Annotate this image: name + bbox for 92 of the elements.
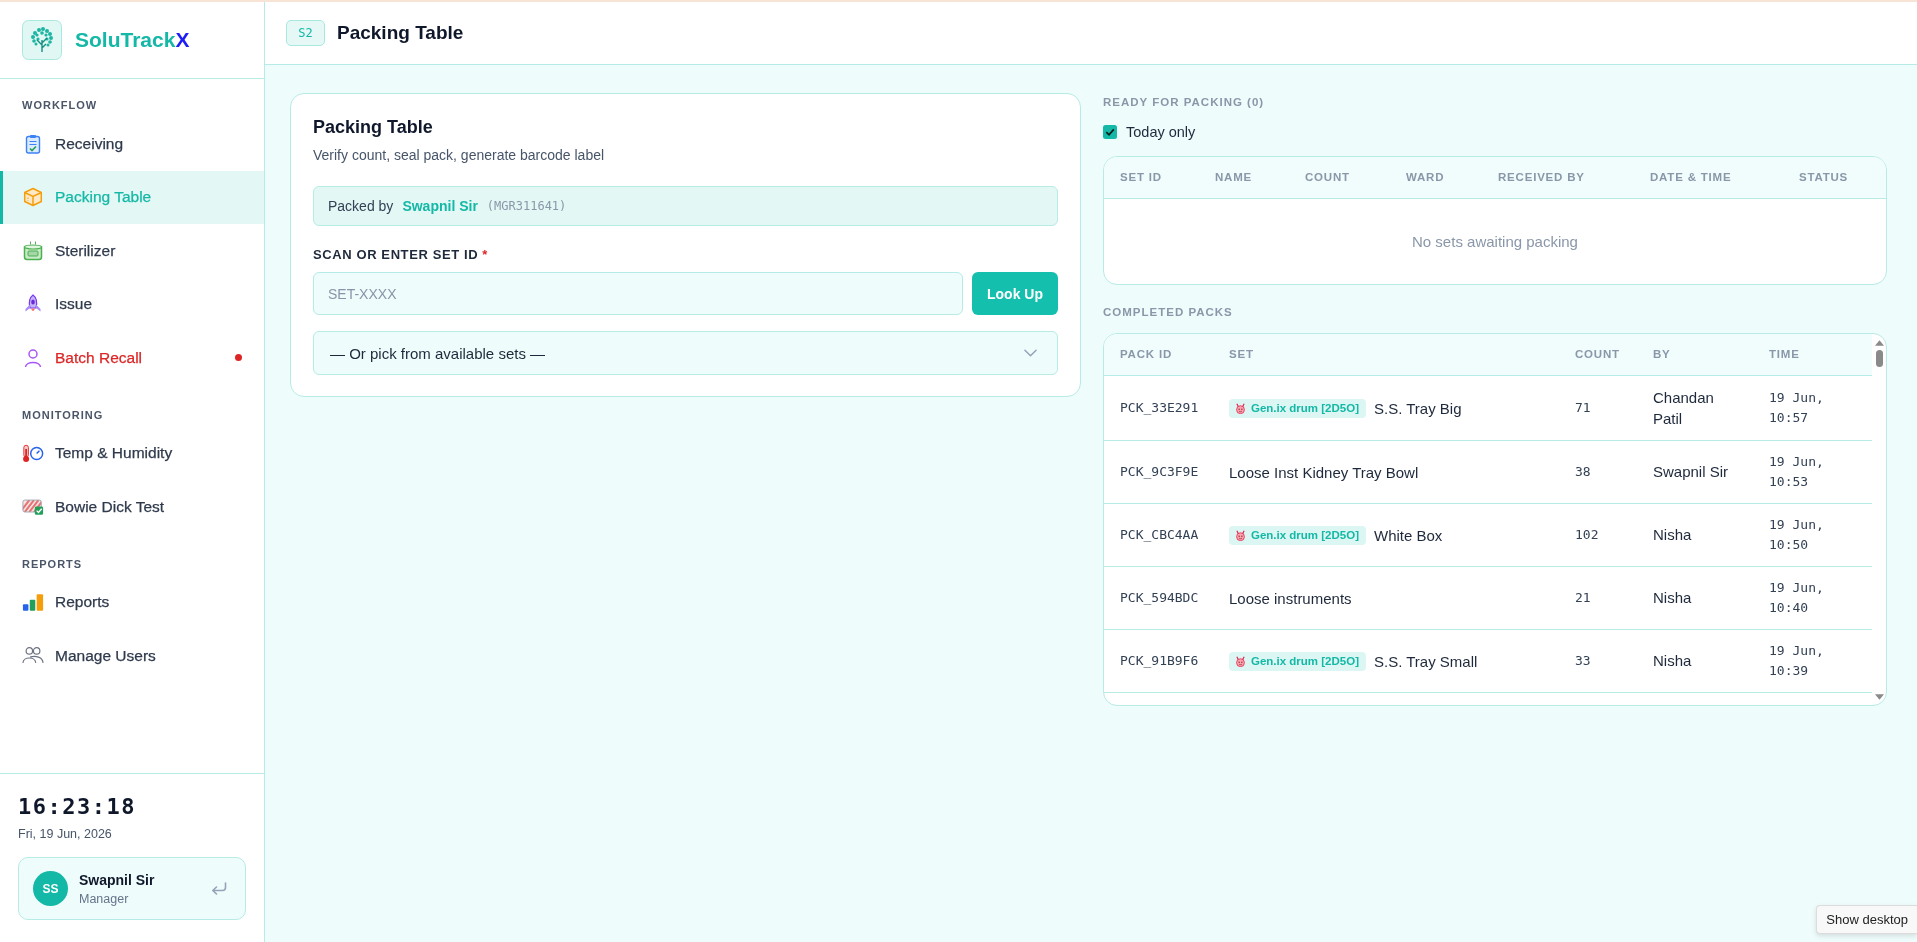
time-cell: 19 Jun, 10:53 [1753, 440, 1872, 503]
column-header: TIME [1753, 334, 1872, 375]
packed-by-label: Packed by [328, 198, 394, 214]
field-label: SCAN OR ENTER SET ID * [313, 247, 489, 263]
tree-logo-icon [22, 20, 62, 60]
column-header: WARD [1390, 157, 1482, 198]
horned-emoji-icon [1235, 529, 1246, 541]
scroll-thumb[interactable] [1875, 350, 1883, 367]
nav-item[interactable]: Reports [0, 575, 264, 629]
column-header: COUNT [1289, 157, 1390, 198]
box-icon [23, 187, 43, 208]
chevron-down-icon [1024, 349, 1037, 357]
count-cell: 21 [1559, 566, 1637, 629]
up-arrow-icon[interactable] [1874, 340, 1884, 346]
step-badge: S2 [286, 20, 325, 46]
column-header: SET [1213, 334, 1559, 375]
rocket-icon [23, 294, 43, 315]
thermometer-gauge-icon [22, 443, 44, 463]
alert-dot-icon [235, 354, 242, 362]
clock-date: Fri, 19 Jun, 2026 [18, 827, 113, 841]
count-cell: 71 [1559, 375, 1637, 440]
page-title: Packing Table [337, 22, 464, 44]
section-label: MONITORING [21, 408, 105, 421]
packer-cell: Swapnil Sir [1637, 440, 1753, 503]
nav-item[interactable]: Issue [0, 277, 264, 331]
card-subtitle: Verify count, seal pack, generate barcode label [313, 146, 606, 164]
users-icon [22, 646, 44, 666]
tag-text: Gen.ix drum [2D5O] [1251, 653, 1359, 669]
bar-chart-icon [22, 592, 44, 612]
nav-item[interactable]: Bowie Dick Test [0, 480, 264, 534]
time-cell: 19 Jun, 10:50 [1753, 503, 1872, 566]
pack-id-cell: PCK_91B9F6 [1104, 629, 1213, 692]
pack-id-cell: PCK_CBC4AA [1104, 503, 1213, 566]
tag-text: Gen.ix drum [2D5O] [1251, 527, 1359, 543]
nav-item[interactable]: Temp & Humidity [0, 426, 264, 480]
column-header: DATE & TIME [1634, 157, 1783, 198]
set-name: S.S. Tray Small [1374, 652, 1478, 670]
column-header: BY [1637, 334, 1753, 375]
user-name: Swapnil Sir [79, 871, 155, 888]
section-label: REPORTS [21, 557, 84, 570]
time-cell: 19 Jun, 10:39 [1753, 629, 1872, 692]
checkbox[interactable] [1103, 125, 1117, 139]
nav-item[interactable]: Sterilizer [0, 224, 264, 278]
set-select[interactable]: — Or pick from available sets — [313, 331, 1058, 375]
packer-cell: Nisha [1637, 566, 1753, 629]
column-header: STATUS [1783, 157, 1886, 198]
packer-cell: Chandan Patil [1637, 375, 1753, 440]
column-header: SET ID [1104, 157, 1199, 198]
person-icon [23, 347, 43, 368]
packer-cell: Nisha [1637, 503, 1753, 566]
section-label: COMPLETED PACKS [1103, 305, 1234, 320]
tag-text: Gen.ix drum [2D5O] [1251, 400, 1359, 416]
down-arrow-icon[interactable] [1874, 694, 1884, 700]
column-header: NAME [1199, 157, 1289, 198]
clock-time: 16:23:18 [18, 794, 137, 820]
count-cell: 38 [1559, 440, 1637, 503]
tooltip: Show desktop [1816, 905, 1917, 934]
pot-icon [23, 240, 43, 261]
user-role: Manager [79, 891, 130, 906]
pack-id-cell: PCK_9C3F9E [1104, 440, 1213, 503]
nav-item[interactable]: Batch Recall [0, 331, 264, 385]
clipboard-check-icon [23, 133, 43, 154]
set-name: S.S. Tray Big [1374, 399, 1462, 417]
nav-item[interactable]: Receiving [0, 117, 264, 171]
packer-cell: Nisha [1637, 629, 1753, 692]
set-name: Loose instruments [1229, 589, 1352, 607]
nav-item[interactable]: Manage Users [0, 629, 264, 683]
horned-emoji-icon [1235, 402, 1246, 414]
section-label: WORKFLOW [21, 99, 99, 111]
count-cell: 102 [1559, 503, 1637, 566]
checkbox-label: Today only [1126, 124, 1196, 140]
card-title: Packing Table [313, 116, 434, 138]
packer-name: Swapnil Sir [402, 198, 478, 214]
column-header: RECEIVED BY [1482, 157, 1634, 198]
section-label: READY FOR PACKING (0) [1103, 95, 1266, 110]
time-cell: 19 Jun, 10:40 [1753, 566, 1872, 629]
return-arrow-icon[interactable] [211, 881, 227, 896]
packer-code: (MGR311641) [486, 199, 567, 213]
set-name: White Box [1374, 526, 1443, 544]
pack-id-cell: PCK_33E291 [1104, 375, 1213, 440]
column-header: COUNT [1559, 334, 1637, 375]
set-id-input[interactable]: SET-XXXX [313, 272, 963, 315]
striped-sheet-check-icon [22, 497, 44, 517]
horned-emoji-icon [1235, 655, 1246, 667]
empty-message: No sets awaiting packing [1411, 232, 1579, 252]
pack-id-cell: PCK_594BDC [1104, 566, 1213, 629]
count-cell: 33 [1559, 629, 1637, 692]
set-name: Loose Inst Kidney Tray Bowl [1229, 463, 1419, 481]
column-header: PACK ID [1104, 334, 1213, 375]
avatar: SS [33, 871, 68, 906]
brand-name: SoluTrackX [75, 28, 190, 52]
time-cell: 19 Jun, 10:57 [1753, 375, 1872, 440]
